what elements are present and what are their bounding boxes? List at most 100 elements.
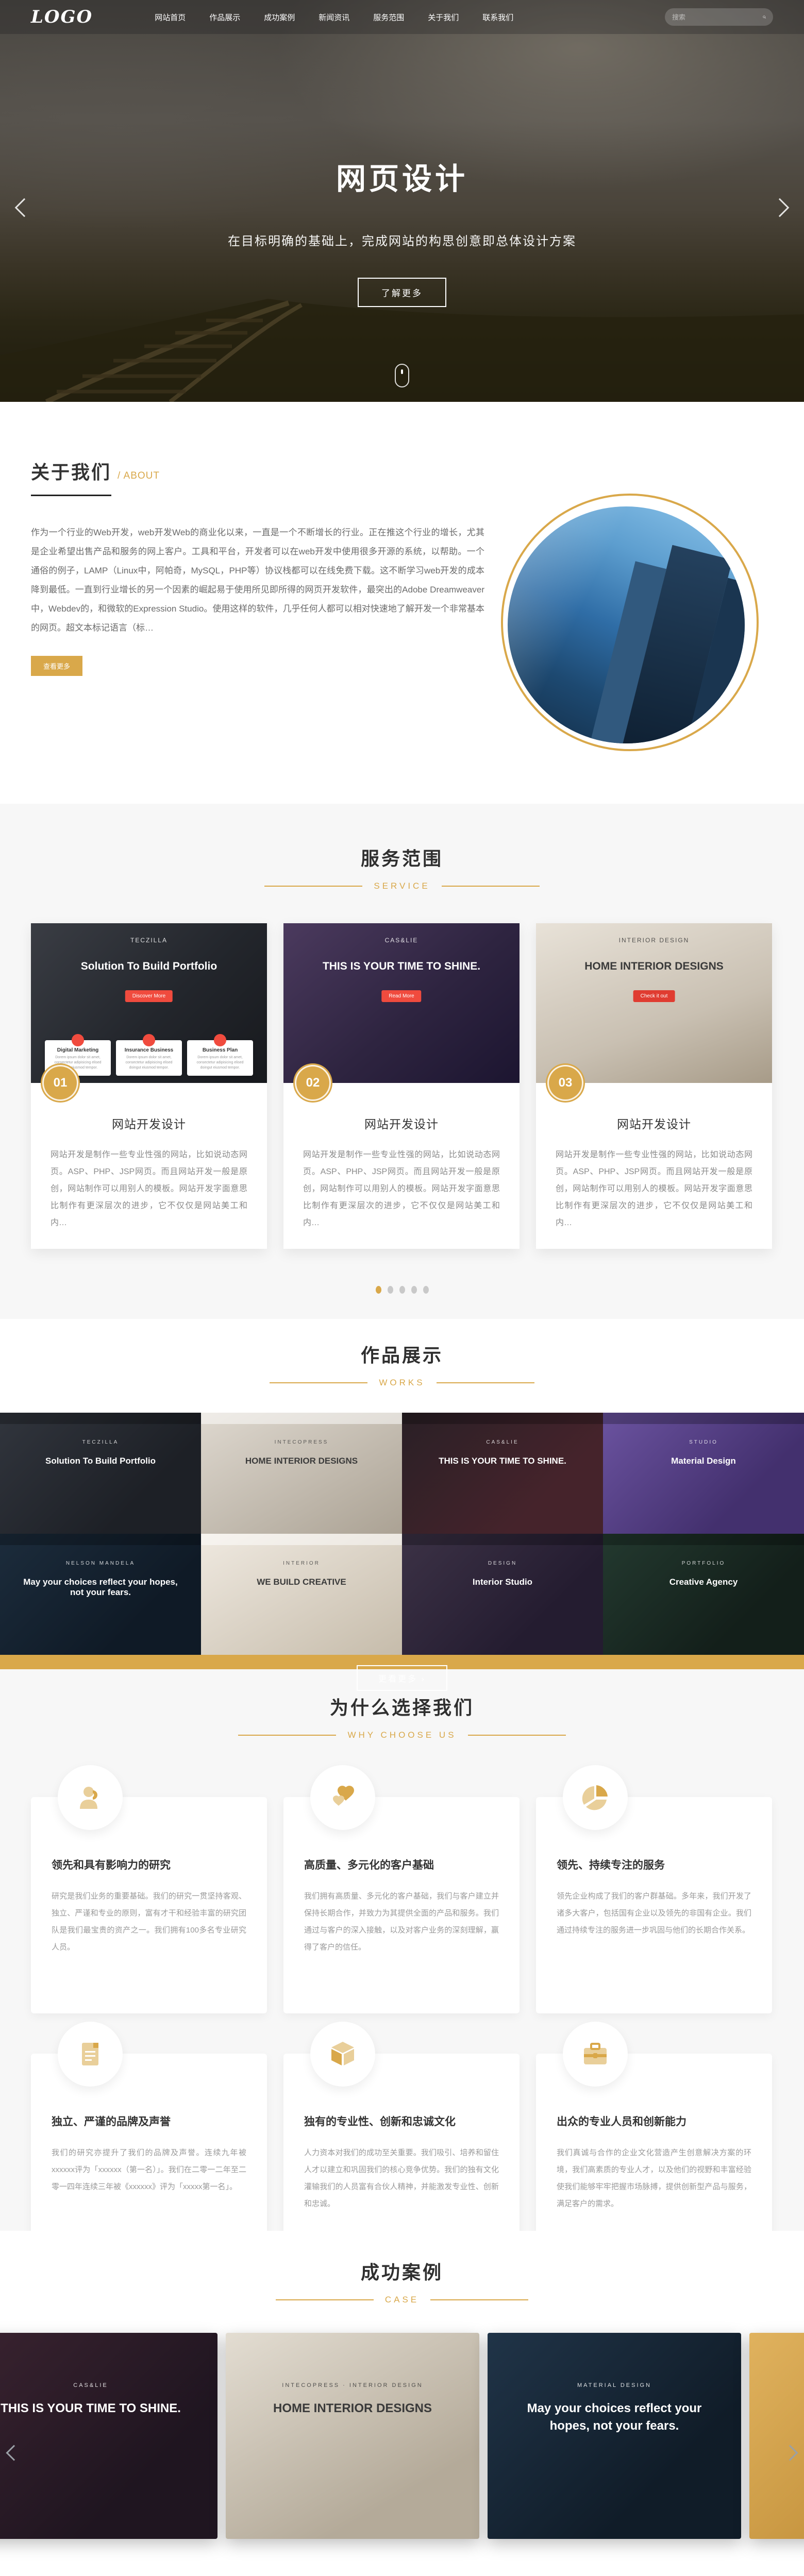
about-tag: / ABOUT <box>118 470 160 481</box>
dot[interactable] <box>411 1286 417 1294</box>
monitor-icon <box>72 1034 84 1046</box>
hero-title: 网页设计 <box>336 162 468 196</box>
works-subtitle: WORKS <box>379 1378 425 1387</box>
carousel-dots <box>31 1286 773 1294</box>
why-card-text: 我们的研究亦提升了我们的品牌及声誉。连续九年被xxxxxx评为「xxxxxx（第… <box>52 2148 246 2191</box>
about-text: 作为一个行业的Web开发，web开发Web的商业化以来，一直是一个不断增长的行业… <box>31 528 484 633</box>
why-card[interactable]: 领先和具有影响力的研究 研究是我们业务的重要基础。我们的研究一贯坚持客观、独立、… <box>31 1765 267 2013</box>
dot[interactable] <box>423 1286 429 1294</box>
site-logo[interactable]: LOGO <box>31 7 93 27</box>
service-title: 网站开发设计 <box>364 1117 439 1131</box>
why-card-title: 领先、持续专注的服务 <box>557 1859 665 1871</box>
service-image-brand: INTERIOR DESIGN <box>618 937 690 944</box>
nav-item-news[interactable]: 新闻资讯 <box>319 12 349 23</box>
why-card-text: 研究是我们业务的重要基础。我们的研究一贯坚持客观、独立、严谨和专业的原则，富有才… <box>52 1892 246 1952</box>
divider <box>467 1735 566 1736</box>
work-tile[interactable]: NELSON MANDELA May your choices reflect y… <box>0 1534 201 1655</box>
briefcase-icon <box>563 2022 628 2087</box>
nav-item-contact[interactable]: 联系我们 <box>482 12 513 23</box>
dot[interactable] <box>387 1286 393 1294</box>
search-input[interactable] <box>672 13 763 21</box>
cases-section: 成功案例 CASE CAS&LIE THIS IS YOUR TIME TO SH… <box>0 2231 804 2571</box>
document-icon <box>58 2022 123 2087</box>
service-image-brand: CAS&LIE <box>384 937 418 944</box>
service-number-badge: 02 <box>295 1065 331 1101</box>
service-text: 网站开发是制作一些专业性强的网站，比如说动态网页。ASP、PHP、JSP网页。而… <box>51 1150 247 1227</box>
why-card[interactable]: 高质量、多元化的客户基础 我们拥有高质量、多元化的客户基础，我们与客户建立并保持… <box>283 1765 520 2013</box>
works-more-button[interactable]: 更看更多 › <box>357 1665 447 1691</box>
work-tile[interactable]: CAS&LIE THIS IS YOUR TIME TO SHINE. <box>402 1413 603 1534</box>
search-box[interactable] <box>665 8 773 26</box>
megaphone-icon <box>143 1034 155 1046</box>
service-text: 网站开发是制作一些专业性强的网站，比如说动态网页。ASP、PHP、JSP网页。而… <box>303 1150 500 1227</box>
why-section: 为什么选择我们 WHY CHOOSE US 领先和具有影响力的研究 研究是我们业… <box>0 1669 804 2270</box>
works-title: 作品展示 <box>360 1345 443 1366</box>
why-card-text: 人力资本对我们的成功至关重要。我们吸引、培养和留住人才以建立和巩固我们的核心竞争… <box>304 2148 499 2208</box>
case-slide[interactable]: CAS&LIE THIS IS YOUR TIME TO SHINE. <box>0 2333 217 2539</box>
divider <box>430 2299 529 2300</box>
scroll-mouse-icon <box>395 364 409 387</box>
service-card[interactable]: CAS&LIE THIS IS YOUR TIME TO SHINE. Read… <box>283 923 520 1249</box>
nav-item-cases[interactable]: 成功案例 <box>264 12 295 23</box>
why-card[interactable]: 领先、持续专注的服务 领先企业构成了我们的客户群基础。多年来，我们开发了诸多大客… <box>536 1765 772 2013</box>
dot-active[interactable] <box>375 1286 381 1294</box>
mini-card: Insurance Business Dorem ipsum dolor sit … <box>116 1034 182 1076</box>
why-card-text: 领先企业构成了我们的客户群基础。多年来，我们开发了诸多大客户，包括国有企业以及领… <box>557 1892 751 1935</box>
service-card[interactable]: INTERIOR DESIGN HOME INTERIOR DESIGNS Ch… <box>536 923 772 1249</box>
cube-icon <box>310 2022 375 2087</box>
divider <box>264 886 363 887</box>
why-title: 为什么选择我们 <box>329 1697 474 1718</box>
divider <box>238 1735 337 1736</box>
service-image: INTERIOR DESIGN HOME INTERIOR DESIGNS Ch… <box>536 923 772 1083</box>
service-title: 网站开发设计 <box>112 1117 186 1131</box>
hearts-icon <box>310 1765 375 1830</box>
work-tile[interactable]: STUDIO Material Design <box>603 1413 804 1534</box>
divider <box>270 1382 368 1383</box>
service-image-title: THIS IS YOUR TIME TO SHINE. <box>322 960 481 972</box>
case-slide[interactable]: MATERIAL DESIGN May your choices reflect … <box>488 2333 741 2539</box>
why-card-title: 出众的专业人员和创新能力 <box>557 2116 686 2128</box>
nav-item-services[interactable]: 服务范围 <box>373 12 404 23</box>
work-tile[interactable]: TECZILLA Solution To Build Portfolio <box>0 1413 201 1534</box>
service-card[interactable]: TECZILLA Solution To Build Portfolio Dis… <box>31 923 267 1249</box>
cases-title: 成功案例 <box>360 2262 443 2283</box>
nav-item-home[interactable]: 网站首页 <box>155 12 186 23</box>
case-slide[interactable]: MATERIAL DESIGN <box>749 2333 804 2539</box>
divider <box>275 2299 374 2300</box>
case-slide[interactable]: INTECOPRESS · INTERIOR DESIGN HOME INTERI… <box>226 2333 479 2539</box>
why-card-title: 高质量、多元化的客户基础 <box>304 1859 434 1871</box>
service-image-title: Solution To Build Portfolio <box>80 960 217 972</box>
services-section: 服务范围 SERVICE TECZILLA Solution To Build … <box>0 804 804 1319</box>
service-image-brand: TECZILLA <box>130 937 167 944</box>
service-image: TECZILLA Solution To Build Portfolio Dis… <box>31 923 267 1083</box>
why-card-title: 独立、严谨的品牌及声誉 <box>52 2116 171 2128</box>
chart-icon <box>214 1034 226 1046</box>
work-tile[interactable]: INTECOPRESS HOME INTERIOR DESIGNS <box>201 1413 402 1534</box>
about-photo <box>508 506 745 743</box>
news-section: 新闻资讯 NEWS 04 2023-08 想进行竞争分析吗？以下是你应该做的7个… <box>0 2571 804 2576</box>
about-section: 关于我们 / ABOUT 作为一个行业的Web开发，web开发Web的商业化以来，… <box>0 402 804 804</box>
hero-more-button[interactable]: 了解更多 <box>358 278 446 307</box>
work-tile[interactable]: DESIGN Interior Studio <box>402 1534 603 1655</box>
hero-banner: LOGO 网站首页 作品展示 成功案例 新闻资讯 服务范围 关于我们 联系我们 … <box>0 0 804 402</box>
why-card-title: 独有的专业性、创新和忠诚文化 <box>304 2116 456 2128</box>
person-icon <box>58 1765 123 1830</box>
services-subtitle: SERVICE <box>374 881 430 891</box>
work-tile[interactable]: INTERIOR WE BUILD CREATIVE <box>201 1534 402 1655</box>
mini-card: Business Plan Dorem ipsum dolor sit amet,… <box>187 1034 253 1076</box>
work-tile[interactable]: PORTFOLIO Creative Agency <box>603 1534 804 1655</box>
divider <box>436 1382 534 1383</box>
works-grid: TECZILLA Solution To Build Portfolio INTE… <box>0 1413 804 1655</box>
divider <box>441 886 540 887</box>
why-card-title: 领先和具有影响力的研究 <box>52 1859 171 1871</box>
hero-subtitle: 在目标明确的基础上，完成网站的构思创意即总体设计方案 <box>228 234 576 248</box>
about-more-button[interactable]: 查看更多 <box>31 656 83 676</box>
service-image-button: Read More <box>381 990 422 1002</box>
nav-item-about[interactable]: 关于我们 <box>428 12 459 23</box>
nav-item-works[interactable]: 作品展示 <box>209 12 240 23</box>
works-section: 作品展示 WORKS TECZILLA Solution To Build Por… <box>0 1319 804 1701</box>
service-number-badge: 03 <box>547 1065 583 1101</box>
service-image-title: HOME INTERIOR DESIGNS <box>584 960 724 972</box>
dot[interactable] <box>399 1286 405 1294</box>
search-icon[interactable] <box>763 13 766 21</box>
